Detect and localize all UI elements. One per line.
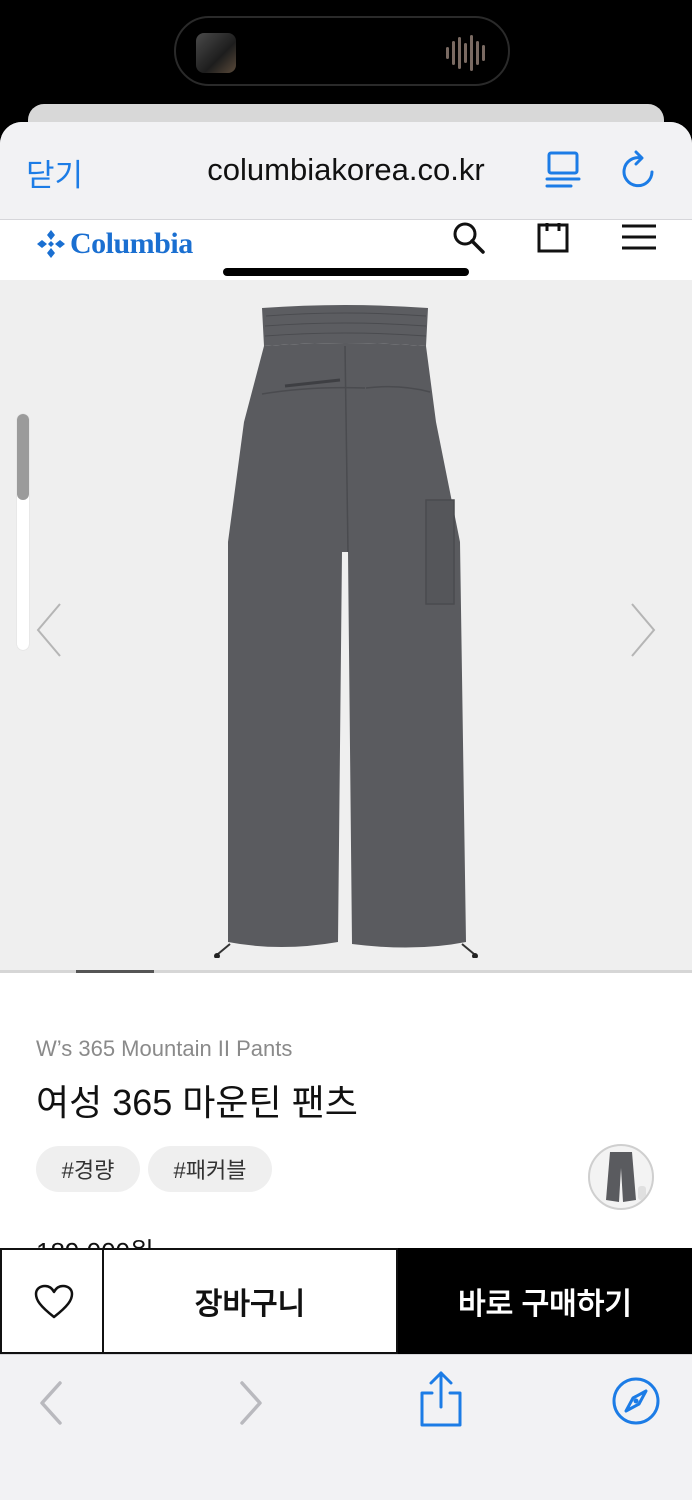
add-to-cart-button[interactable]: 장바구니 bbox=[104, 1248, 398, 1354]
reload-icon[interactable] bbox=[619, 150, 659, 192]
wishlist-button[interactable] bbox=[0, 1248, 104, 1354]
columbia-logo[interactable]: Columbia bbox=[36, 226, 193, 262]
browser-header: columbiakorea.co.kr 닫기 bbox=[0, 122, 692, 220]
chevron-left-icon[interactable] bbox=[36, 1379, 66, 1427]
url-label[interactable]: columbiakorea.co.kr bbox=[0, 152, 692, 188]
menu-icon[interactable] bbox=[620, 222, 658, 252]
color-swatch-thumbnail[interactable] bbox=[588, 1144, 654, 1210]
dynamic-island bbox=[174, 16, 510, 86]
brand-wordmark: Columbia bbox=[70, 227, 193, 260]
buy-now-button[interactable]: 바로 구매하기 bbox=[398, 1248, 692, 1354]
share-icon[interactable] bbox=[418, 1369, 464, 1429]
compass-icon[interactable] bbox=[610, 1375, 662, 1427]
product-english-name: W’s 365 Mountain II Pants bbox=[36, 1036, 293, 1061]
chevron-right-icon[interactable] bbox=[236, 1379, 266, 1427]
thumbnail-pants-image bbox=[606, 1152, 646, 1202]
columbia-diamond-icon bbox=[37, 230, 65, 258]
browser-toolbar bbox=[0, 1354, 692, 1500]
product-title: 여성 365 마운틴 팬츠 bbox=[36, 1082, 358, 1123]
page-scrollbar[interactable] bbox=[17, 414, 29, 650]
home-indicator[interactable] bbox=[223, 268, 469, 276]
product-image bbox=[214, 305, 478, 958]
search-icon[interactable] bbox=[450, 220, 488, 256]
bag-icon[interactable] bbox=[536, 220, 570, 254]
audio-waveform-icon bbox=[446, 35, 485, 71]
browser-sheet: columbiakorea.co.kr 닫기 Columbia W’s 365 … bbox=[0, 122, 692, 1500]
product-tag[interactable]: #경량 bbox=[36, 1146, 140, 1192]
purchase-action-bar: 장바구니 바로 구매하기 bbox=[0, 1248, 692, 1354]
heart-icon bbox=[34, 1284, 74, 1319]
scrollbar-thumb[interactable] bbox=[17, 414, 29, 500]
now-playing-artwork bbox=[196, 33, 236, 73]
close-button[interactable]: 닫기 bbox=[26, 150, 83, 195]
carousel-progress bbox=[0, 970, 692, 973]
next-image-chevron-right-icon[interactable] bbox=[628, 602, 658, 658]
previous-image-chevron-left-icon[interactable] bbox=[34, 602, 64, 658]
reader-icon[interactable] bbox=[545, 150, 581, 190]
product-image-carousel[interactable] bbox=[0, 280, 692, 970]
carousel-progress-active bbox=[76, 970, 154, 973]
product-tag[interactable]: #패커블 bbox=[148, 1146, 272, 1192]
